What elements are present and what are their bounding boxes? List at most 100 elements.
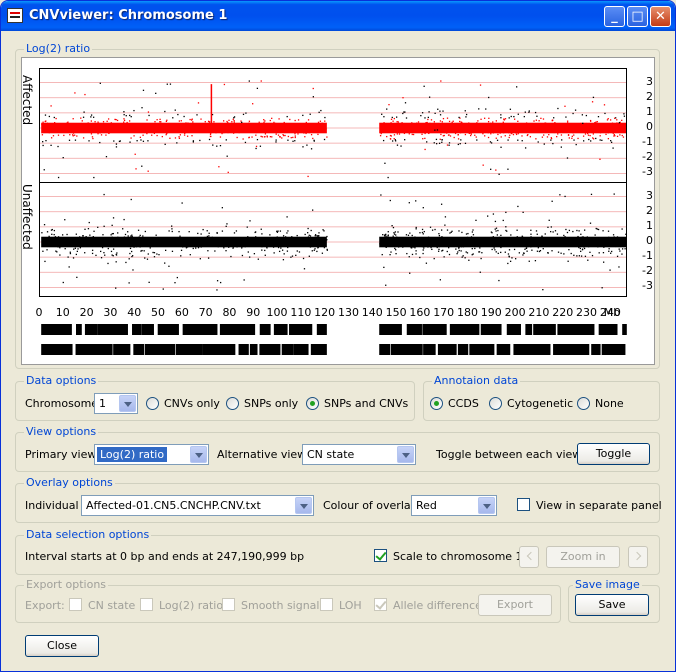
radio-none[interactable]	[577, 397, 590, 410]
outlier-point	[388, 103, 390, 106]
colour-select[interactable]: Red	[411, 495, 497, 516]
data-point	[149, 122, 151, 125]
data-point	[404, 139, 406, 141]
data-point	[217, 237, 220, 240]
data-point	[71, 128, 73, 130]
data-point	[142, 140, 145, 142]
unaffected-panel-label: Unaffected	[20, 184, 34, 250]
chevron-down-icon[interactable]	[190, 446, 207, 463]
chevron-down-icon[interactable]	[119, 395, 136, 412]
data-point	[129, 114, 131, 117]
individual-select[interactable]: Affected-01.CN5.CNCHP.CNV.txt	[81, 495, 314, 516]
data-point	[439, 110, 441, 112]
scroll-right-button[interactable]	[628, 546, 648, 568]
data-point	[232, 132, 235, 134]
separate-panel-checkbox[interactable]	[517, 498, 530, 511]
scale-to-chromosome-checkbox[interactable]	[374, 549, 387, 562]
export-log2-checkbox[interactable]	[140, 598, 153, 611]
radio-snps-and-cnvs-label: SNPs and CNVs	[324, 397, 409, 410]
radio-snps-and-cnvs[interactable]	[306, 397, 319, 410]
data-point	[393, 117, 395, 120]
title-bar[interactable]: CNVviewer: Chromosome 1 _ □ ✕	[1, 1, 675, 31]
data-point	[395, 116, 398, 118]
data-point	[253, 242, 256, 244]
view-options-title: View options	[24, 425, 99, 438]
data-point	[305, 132, 307, 135]
data-point	[427, 238, 429, 240]
outlier-point	[255, 145, 258, 148]
alternative-view-select[interactable]: CN state	[302, 444, 416, 465]
data-point	[508, 249, 511, 251]
data-point	[465, 233, 468, 235]
data-point	[595, 121, 597, 123]
chromosome-select[interactable]: 1	[94, 393, 138, 414]
maximize-button[interactable]: □	[627, 6, 648, 27]
data-point	[412, 237, 415, 239]
data-point	[117, 236, 119, 238]
data-point	[82, 116, 85, 118]
data-point	[597, 228, 600, 231]
data-point	[607, 137, 610, 140]
close-button[interactable]: Close	[25, 635, 99, 657]
data-point	[442, 110, 444, 112]
data-point	[73, 238, 75, 240]
data-point	[480, 118, 482, 120]
data-point	[471, 231, 474, 233]
data-point	[242, 138, 244, 140]
data-point	[541, 235, 543, 238]
data-point	[550, 137, 552, 139]
data-point	[623, 115, 626, 117]
data-point	[173, 129, 175, 131]
data-point	[283, 253, 285, 255]
data-point	[548, 133, 550, 136]
data-point	[543, 134, 545, 136]
minimize-button[interactable]: _	[604, 6, 625, 27]
data-point	[92, 242, 95, 244]
data-point	[509, 134, 511, 136]
outlier-point	[498, 279, 500, 282]
data-point	[410, 246, 412, 249]
export-button[interactable]: Export	[478, 594, 552, 616]
zoom-in-button[interactable]: Zoom in	[546, 546, 620, 568]
outlier-point	[62, 156, 64, 159]
data-point	[258, 121, 260, 123]
primary-view-select[interactable]: Log(2) ratio	[94, 444, 209, 465]
save-button[interactable]: Save	[575, 594, 649, 616]
close-window-button[interactable]: ✕	[650, 6, 671, 27]
export-smooth-checkbox[interactable]	[222, 598, 235, 611]
data-point	[227, 131, 229, 134]
radio-ccds[interactable]	[430, 397, 443, 410]
data-point	[510, 234, 512, 236]
export-loh-checkbox[interactable]	[320, 598, 333, 611]
data-point	[66, 238, 68, 240]
overlay-options-title: Overlay options	[24, 476, 115, 489]
data-point	[223, 131, 225, 134]
y-tick-label: -3	[642, 165, 653, 179]
data-point	[460, 123, 462, 126]
data-point	[590, 244, 593, 246]
export-allele-diff-checkbox[interactable]	[374, 598, 387, 611]
radio-ccds-label: CCDS	[448, 397, 479, 410]
radio-cnvs-only[interactable]	[146, 397, 159, 410]
chevron-down-icon[interactable]	[295, 497, 312, 514]
data-point	[599, 139, 601, 141]
chevron-down-icon[interactable]	[478, 497, 495, 514]
data-point	[390, 251, 392, 253]
data-point	[396, 133, 398, 135]
data-point	[182, 125, 184, 128]
data-point	[277, 125, 279, 128]
radio-cytogenetic[interactable]	[489, 397, 502, 410]
chevron-down-icon[interactable]	[397, 446, 414, 463]
radio-snps-only[interactable]	[226, 397, 239, 410]
data-point	[492, 236, 494, 238]
data-point	[608, 128, 610, 130]
data-point	[493, 247, 495, 249]
data-point	[602, 252, 605, 254]
scroll-left-button[interactable]	[519, 546, 539, 568]
data-point	[559, 129, 561, 131]
export-cn-state-checkbox[interactable]	[69, 598, 82, 611]
data-point	[503, 119, 506, 121]
toggle-button[interactable]: Toggle	[577, 443, 650, 465]
data-point	[286, 115, 288, 118]
data-point	[517, 238, 520, 241]
